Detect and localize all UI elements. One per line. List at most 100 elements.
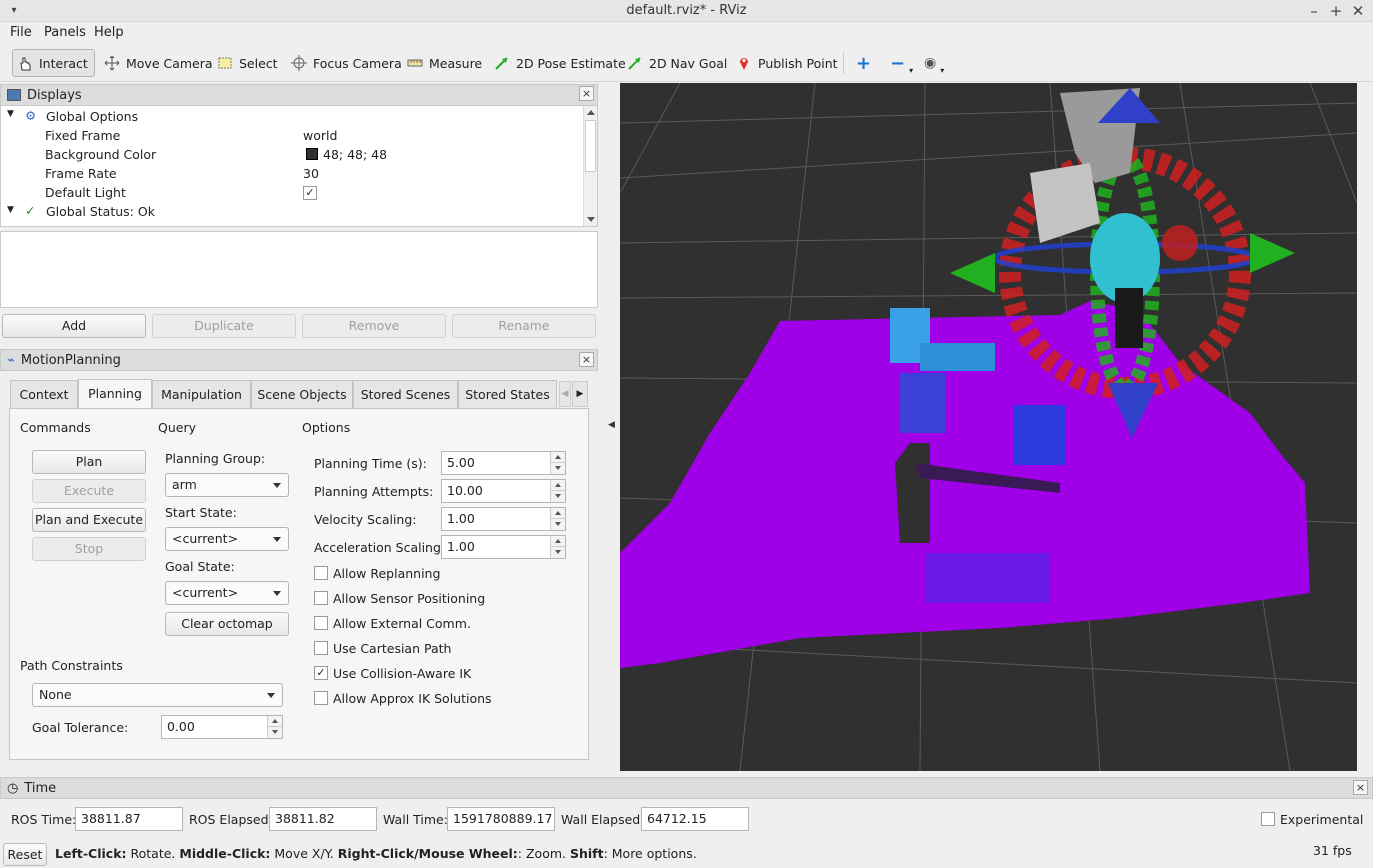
planning-attempts-spinbox[interactable]: 10.00 <box>441 479 566 503</box>
pose-estimate-tool[interactable]: 2D Pose Estimate <box>490 49 630 77</box>
close-displays-button[interactable]: × <box>579 86 594 101</box>
minimize-icon[interactable]: – <box>1304 1 1324 21</box>
nav-goal-tool[interactable]: 2D Nav Goal <box>623 49 731 77</box>
motion-planning-header: ⌁ MotionPlanning <box>0 349 598 371</box>
expand-arrow-icon[interactable]: ▼ <box>7 205 14 215</box>
background-color-value[interactable]: 48; 48; 48 <box>323 147 387 162</box>
allow-external-comm-checkbox[interactable] <box>314 616 328 630</box>
wall-elapsed-label: Wall Elapsed: <box>561 812 645 827</box>
spin-up-icon[interactable] <box>550 508 565 519</box>
spin-down-icon[interactable] <box>550 519 565 530</box>
close-motion-planning-button[interactable]: × <box>579 352 594 367</box>
scroll-down-icon[interactable] <box>587 217 595 222</box>
allow-approx-ik-checkbox[interactable] <box>314 691 328 705</box>
experimental-checkbox[interactable] <box>1261 812 1275 826</box>
start-state-select[interactable]: <current> <box>165 527 289 551</box>
spin-up-icon[interactable] <box>267 716 282 727</box>
frame-rate-value[interactable]: 30 <box>303 166 319 181</box>
move-camera-tool[interactable]: Move Camera <box>100 49 217 77</box>
remove-display-button[interactable]: Remove <box>302 314 446 338</box>
tab-scene-objects[interactable]: Scene Objects <box>251 380 353 408</box>
add-display-button[interactable]: Add <box>2 314 146 338</box>
measure-tool[interactable]: Measure <box>403 49 486 77</box>
wall-elapsed-field[interactable]: 64712.15 <box>641 807 749 831</box>
collapse-left-icon[interactable]: ◀ <box>608 420 615 430</box>
tab-scroll-right-icon[interactable]: ▶ <box>572 381 588 407</box>
expand-arrow-icon[interactable]: ▼ <box>7 109 14 119</box>
allow-replanning-checkbox[interactable] <box>314 566 328 580</box>
spin-up-icon[interactable] <box>550 536 565 547</box>
blue-voxel-cluster <box>920 343 995 371</box>
spin-down-icon[interactable] <box>550 463 565 474</box>
fixed-frame-label: Fixed Frame <box>45 128 121 143</box>
scrollbar-thumb[interactable] <box>585 120 596 172</box>
tab-manipulation[interactable]: Manipulation <box>152 380 251 408</box>
query-heading: Query <box>158 420 196 435</box>
frame-rate-label: Frame Rate <box>45 166 117 181</box>
default-light-checkbox[interactable]: ✓ <box>303 186 317 200</box>
add-tool-button[interactable]: + <box>852 49 875 77</box>
maximize-icon[interactable]: + <box>1326 1 1346 21</box>
purple-voxel-cluster <box>925 553 1050 603</box>
goal-state-select[interactable]: <current> <box>165 581 289 605</box>
publish-point-tool[interactable]: Publish Point <box>732 49 842 77</box>
clock-icon: ◷ <box>7 780 19 796</box>
render-viewport[interactable] <box>620 83 1357 771</box>
scene-render <box>620 83 1357 771</box>
options-heading: Options <box>302 420 351 435</box>
path-constraints-select[interactable]: None <box>32 683 283 707</box>
planning-time-spinbox[interactable]: 5.00 <box>441 451 566 475</box>
ros-time-field[interactable]: 38811.87 <box>75 807 183 831</box>
focus-camera-tool[interactable]: Focus Camera <box>287 49 406 77</box>
stop-button[interactable]: Stop <box>32 537 146 561</box>
velocity-scaling-spinbox[interactable]: 1.00 <box>441 507 566 531</box>
spin-up-icon[interactable] <box>550 480 565 491</box>
close-window-icon[interactable]: ✕ <box>1348 1 1368 21</box>
global-options-item[interactable]: Global Options <box>46 109 138 124</box>
use-cartesian-path-checkbox[interactable] <box>314 641 328 655</box>
rename-display-button[interactable]: Rename <box>452 314 596 338</box>
select-tool[interactable]: Select <box>213 49 282 77</box>
menu-file[interactable]: File <box>10 25 32 40</box>
goal-tolerance-value: 0.00 <box>167 719 195 734</box>
tab-scroll-left-icon[interactable]: ◀ <box>559 381 571 407</box>
clear-octomap-button[interactable]: Clear octomap <box>165 612 289 636</box>
spin-down-icon[interactable] <box>550 547 565 558</box>
displays-scrollbar[interactable] <box>583 106 597 226</box>
tab-context[interactable]: Context <box>10 380 78 408</box>
select-label: Select <box>239 55 278 71</box>
goal-tolerance-spinbox[interactable]: 0.00 <box>161 715 283 739</box>
view-button[interactable]: ◉ ▾ <box>920 49 948 77</box>
execute-button[interactable]: Execute <box>32 479 146 503</box>
allow-sensor-positioning-checkbox[interactable] <box>314 591 328 605</box>
wall-time-field[interactable]: 1591780889.17 <box>447 807 555 831</box>
ros-elapsed-field[interactable]: 38811.82 <box>269 807 377 831</box>
remove-tool-button[interactable]: − ▾ <box>886 49 917 77</box>
spin-down-icon[interactable] <box>550 491 565 502</box>
planning-group-select[interactable]: arm <box>165 473 289 497</box>
octomap-hole <box>895 443 930 543</box>
tab-stored-states[interactable]: Stored States <box>458 380 557 408</box>
duplicate-display-button[interactable]: Duplicate <box>152 314 296 338</box>
start-state-value: <current> <box>172 531 239 546</box>
scroll-up-icon[interactable] <box>587 110 595 115</box>
acceleration-scaling-spinbox[interactable]: 1.00 <box>441 535 566 559</box>
plan-button[interactable]: Plan <box>32 450 146 474</box>
color-swatch[interactable] <box>306 148 318 160</box>
menu-help[interactable]: Help <box>94 25 124 40</box>
spin-up-icon[interactable] <box>550 452 565 463</box>
plan-and-execute-button[interactable]: Plan and Execute <box>32 508 146 532</box>
translate-arrow-green <box>950 253 995 293</box>
close-time-button[interactable]: × <box>1353 780 1368 795</box>
spin-down-icon[interactable] <box>267 727 282 738</box>
menu-panels[interactable]: Panels <box>44 25 86 40</box>
global-status-item[interactable]: Global Status: Ok <box>46 204 155 219</box>
use-collision-aware-ik-checkbox[interactable]: ✓ <box>314 666 328 680</box>
checkmark-icon: ✓ <box>25 203 36 218</box>
interact-tool[interactable]: Interact <box>12 49 95 77</box>
experimental-label: Experimental <box>1280 812 1364 827</box>
fixed-frame-value[interactable]: world <box>303 128 337 143</box>
tab-planning[interactable]: Planning <box>78 379 152 409</box>
tab-stored-scenes[interactable]: Stored Scenes <box>353 380 458 408</box>
reset-button[interactable]: Reset <box>3 843 47 866</box>
